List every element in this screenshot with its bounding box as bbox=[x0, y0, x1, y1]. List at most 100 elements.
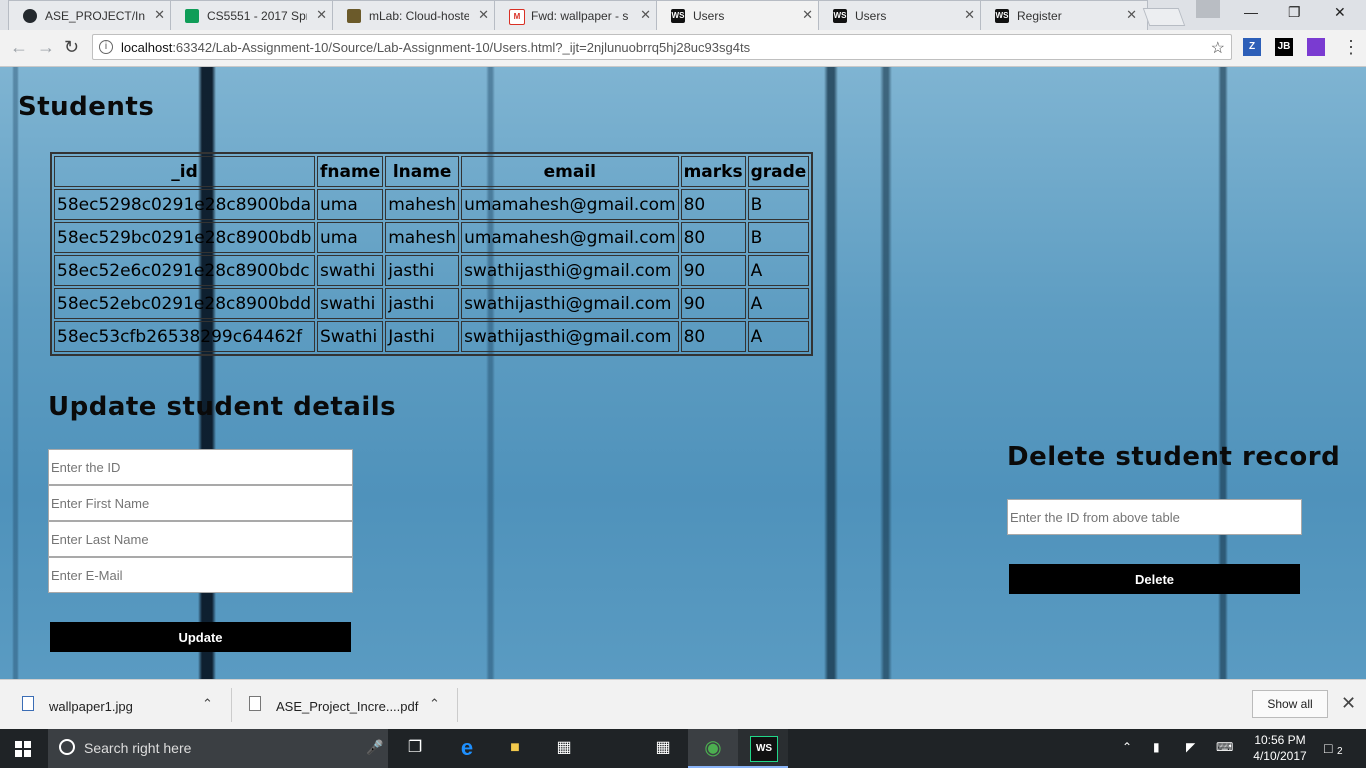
tab-users[interactable]: WS Users ✕ bbox=[818, 0, 986, 30]
extension-icon[interactable] bbox=[1307, 38, 1325, 56]
cell-fname: swathi bbox=[317, 255, 384, 286]
tab-title: Register bbox=[1017, 9, 1062, 23]
tab-close-icon[interactable]: ✕ bbox=[640, 7, 651, 23]
show-all-button[interactable]: Show all bbox=[1252, 690, 1328, 718]
back-icon[interactable]: ← bbox=[10, 37, 28, 58]
column-header-grade: grade bbox=[747, 156, 810, 187]
cell-grade: A bbox=[747, 321, 810, 352]
keyboard-icon[interactable]: ⌨ bbox=[1216, 740, 1233, 754]
download-filename: wallpaper1.jpg bbox=[49, 699, 133, 714]
chevron-up-icon[interactable]: ⌃ bbox=[202, 696, 213, 712]
tab-register[interactable]: WS Register ✕ bbox=[980, 0, 1148, 30]
info-icon[interactable]: i bbox=[99, 40, 113, 54]
calculator-icon[interactable]: ▦ bbox=[650, 736, 676, 760]
column-header-lname: lname bbox=[385, 156, 460, 187]
tab-github[interactable]: ASE_PROJECT/Incr ✕ bbox=[8, 0, 176, 30]
file-explorer-icon[interactable]: ■ bbox=[502, 736, 528, 760]
cell-lname: jasthi bbox=[385, 255, 460, 286]
chevron-up-icon[interactable]: ⌃ bbox=[1122, 740, 1132, 754]
window-close-icon[interactable]: ✕ bbox=[1334, 4, 1346, 21]
notification-count: 2 bbox=[1337, 746, 1343, 757]
battery-icon[interactable]: ▮ bbox=[1153, 740, 1160, 754]
delete-button[interactable]: Delete bbox=[1009, 564, 1300, 594]
clock-time: 10:56 PM bbox=[1254, 733, 1306, 747]
maximize-icon[interactable]: ❐ bbox=[1288, 4, 1301, 21]
webstorm-taskbar-button[interactable]: WS bbox=[738, 729, 788, 768]
windows-start-icon[interactable] bbox=[15, 741, 31, 757]
cell-fname: uma bbox=[317, 189, 384, 220]
reload-icon[interactable]: ↻ bbox=[64, 37, 79, 58]
sheets-icon bbox=[185, 9, 199, 23]
update-id-input[interactable] bbox=[48, 449, 353, 485]
cell-lname: mahesh bbox=[385, 189, 460, 220]
webstorm-icon: WS bbox=[750, 736, 778, 762]
chrome-taskbar-button[interactable]: ◉ bbox=[688, 729, 738, 768]
update-first-name-input[interactable] bbox=[48, 485, 353, 521]
chevron-up-icon[interactable]: ⌃ bbox=[429, 696, 440, 712]
update-last-name-input[interactable] bbox=[48, 521, 353, 557]
download-item[interactable]: ASE_Project_Incre....pdf ⌃ bbox=[249, 680, 449, 730]
gmail-icon: M bbox=[509, 9, 525, 25]
tab-close-icon[interactable]: ✕ bbox=[964, 7, 975, 23]
update-button[interactable]: Update bbox=[50, 622, 351, 652]
download-item[interactable]: wallpaper1.jpg ⌃ bbox=[22, 680, 222, 730]
taskbar-search-box[interactable]: Search right here 🎤 bbox=[48, 729, 388, 768]
taskbar-clock[interactable]: 10:56 PM 4/10/2017 bbox=[1248, 732, 1312, 764]
microphone-icon[interactable]: 🎤 bbox=[366, 739, 383, 756]
url-text[interactable]: localhost:63342/Lab-Assignment-10/Source… bbox=[121, 40, 750, 55]
tab-title: mLab: Cloud-hoste bbox=[369, 9, 469, 23]
cell-email: swathijasthi@gmail.com bbox=[461, 288, 679, 319]
delete-id-input[interactable] bbox=[1007, 499, 1302, 535]
close-downloads-icon[interactable]: ✕ bbox=[1341, 693, 1356, 714]
forward-icon[interactable]: → bbox=[37, 37, 55, 58]
url-host: localhost bbox=[121, 40, 173, 55]
tab-users-active[interactable]: WS Users ✕ bbox=[656, 0, 824, 30]
tab-close-icon[interactable]: ✕ bbox=[154, 7, 165, 23]
table-header-row: _id fname lname email marks grade bbox=[54, 156, 810, 187]
network-icon[interactable]: ◤ bbox=[1186, 740, 1195, 754]
browser-tab-strip: ASE_PROJECT/Incr ✕ CS5551 - 2017 Spr ✕ m… bbox=[0, 0, 1366, 30]
tab-close-icon[interactable]: ✕ bbox=[1126, 7, 1137, 23]
windows-taskbar: Search right here 🎤 ❐ e ■ ▦ ▦ ◉ WS ⌃ ▮ ◤… bbox=[0, 729, 1366, 768]
downloads-bar: wallpaper1.jpg ⌃ ASE_Project_Incre....pd… bbox=[0, 679, 1366, 730]
url-path: :63342/Lab-Assignment-10/Source/Lab-Assi… bbox=[172, 40, 751, 55]
task-view-icon[interactable]: ❐ bbox=[402, 736, 428, 760]
cell-grade: B bbox=[747, 222, 810, 253]
table-row: 58ec53cfb26538299c64462f Swathi Jasthi s… bbox=[54, 321, 810, 352]
cell-email: umamahesh@gmail.com bbox=[461, 222, 679, 253]
cell-email: umamahesh@gmail.com bbox=[461, 189, 679, 220]
update-email-input[interactable] bbox=[48, 557, 353, 593]
tab-title: Fwd: wallpaper - s bbox=[531, 9, 629, 23]
address-bar[interactable]: i localhost:63342/Lab-Assignment-10/Sour… bbox=[92, 34, 1232, 60]
webstorm-icon: WS bbox=[671, 9, 685, 23]
chrome-menu-icon[interactable]: ⋮ bbox=[1342, 37, 1360, 58]
divider bbox=[457, 688, 458, 722]
cell-fname: uma bbox=[317, 222, 384, 253]
minimize-icon[interactable]: — bbox=[1244, 4, 1258, 20]
tab-close-icon[interactable]: ✕ bbox=[316, 7, 327, 23]
github-icon bbox=[23, 9, 37, 23]
tab-close-icon[interactable]: ✕ bbox=[802, 7, 813, 23]
tab-title: Users bbox=[693, 9, 725, 23]
edge-icon[interactable]: e bbox=[454, 736, 480, 760]
table-row: 58ec529bc0291e28c8900bdb uma mahesh umam… bbox=[54, 222, 810, 253]
tab-sheets[interactable]: CS5551 - 2017 Spr ✕ bbox=[170, 0, 338, 30]
search-placeholder: Search right here bbox=[84, 740, 192, 756]
tab-mlab[interactable]: mLab: Cloud-hoste ✕ bbox=[332, 0, 500, 30]
tab-gmail[interactable]: M Fwd: wallpaper - s ✕ bbox=[494, 0, 662, 30]
webstorm-icon: WS bbox=[995, 9, 1009, 23]
bookmark-star-icon[interactable]: ☆ bbox=[1211, 38, 1225, 58]
store-icon[interactable]: ▦ bbox=[551, 736, 577, 760]
profile-icon[interactable] bbox=[1196, 0, 1220, 18]
delete-section-title: Delete student record bbox=[1007, 442, 1341, 472]
new-tab-button[interactable] bbox=[1142, 8, 1186, 26]
cell-email: swathijasthi@gmail.com bbox=[461, 255, 679, 286]
download-filename: ASE_Project_Incre....pdf bbox=[276, 699, 419, 714]
zotero-extension-icon[interactable]: Z bbox=[1243, 38, 1261, 56]
cell-lname: jasthi bbox=[385, 288, 460, 319]
cell-marks: 80 bbox=[680, 189, 746, 220]
tab-close-icon[interactable]: ✕ bbox=[478, 7, 489, 23]
jetbrains-extension-icon[interactable]: JB bbox=[1275, 38, 1293, 56]
notification-center-icon[interactable]: □ bbox=[1324, 740, 1332, 756]
clock-date: 4/10/2017 bbox=[1253, 749, 1307, 763]
